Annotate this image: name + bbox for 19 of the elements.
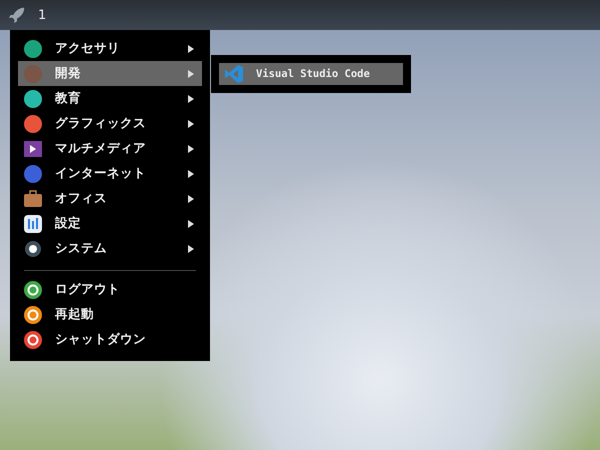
menu-item[interactable]: 開発 bbox=[18, 61, 202, 86]
menu-item[interactable]: マルチメディア bbox=[18, 136, 202, 161]
menu-item[interactable]: グラフィックス bbox=[18, 111, 202, 136]
menu-item[interactable]: ログアウト bbox=[18, 277, 202, 302]
menu-item[interactable]: Visual Studio Code bbox=[219, 63, 403, 85]
media-icon bbox=[23, 138, 43, 158]
menu-item[interactable]: 再起動 bbox=[18, 302, 202, 327]
rocket-icon[interactable] bbox=[8, 6, 26, 24]
workspace-number[interactable]: 1 bbox=[38, 8, 46, 22]
menu-item[interactable]: システム bbox=[18, 236, 202, 261]
menu-item[interactable]: オフィス bbox=[18, 186, 202, 211]
menu-item[interactable]: アクセサリ bbox=[18, 36, 202, 61]
menu-item[interactable]: シャットダウン bbox=[18, 327, 202, 352]
menu-item[interactable]: インターネット bbox=[18, 161, 202, 186]
menu-item[interactable]: 教育 bbox=[18, 86, 202, 111]
sliders-icon bbox=[23, 214, 43, 234]
menu-item[interactable]: 設定 bbox=[18, 211, 202, 236]
code-editor-icon bbox=[224, 64, 244, 84]
briefcase-icon bbox=[23, 188, 43, 208]
